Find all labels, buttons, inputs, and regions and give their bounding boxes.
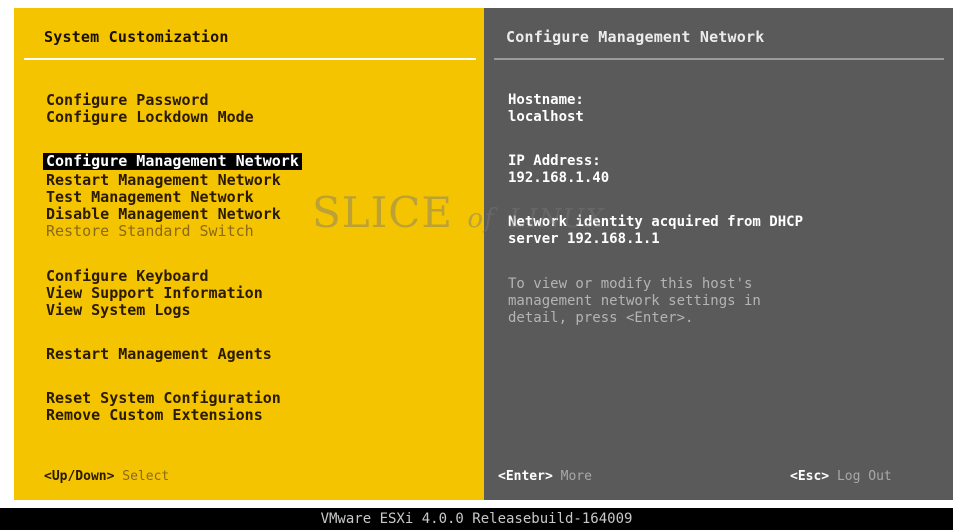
hostname-label: Hostname: — [508, 92, 584, 108]
system-customization-panel: System Customization Configure Password … — [14, 8, 484, 500]
ip-address-value: 192.168.1.40 — [508, 170, 610, 186]
footer-key-esc: <Esc> — [790, 469, 830, 484]
menu-item-configure-keyboard[interactable]: Configure Keyboard — [43, 268, 212, 285]
menu-item-restart-management-agents[interactable]: Restart Management Agents — [43, 346, 275, 363]
menu-item-configure-lockdown-mode[interactable]: Configure Lockdown Mode — [43, 109, 257, 126]
menu-item-remove-custom-extensions[interactable]: Remove Custom Extensions — [43, 407, 266, 424]
footer-action-log-out: Log Out — [836, 469, 892, 484]
hostname-value: localhost — [508, 109, 584, 125]
footer-key-enter: <Enter> — [498, 469, 553, 484]
detail-title: Configure Management Network — [506, 28, 765, 46]
footer-action-more: More — [560, 469, 592, 484]
title-divider — [24, 58, 476, 60]
footer-action-select: Select — [122, 469, 170, 484]
footer-select-hint: <Up/Down> Select — [44, 469, 169, 484]
help-text-line-1: To view or modify this host's — [508, 276, 753, 292]
status-bar: VMware ESXi 4.0.0 Releasebuild-164009 — [0, 508, 953, 530]
dhcp-status-line-2: server 192.168.1.1 — [508, 231, 660, 247]
menu-item-disable-management-network[interactable]: Disable Management Network — [43, 206, 284, 223]
configure-management-network-panel: Configure Management Network Hostname: l… — [484, 8, 953, 500]
help-text-line-3: detail, press <Enter>. — [508, 310, 694, 326]
menu-item-view-support-information[interactable]: View Support Information — [43, 285, 266, 302]
ip-address-label: IP Address: — [508, 153, 601, 169]
menu-item-test-management-network[interactable]: Test Management Network — [43, 189, 257, 206]
menu-item-restore-standard-switch[interactable]: Restore Standard Switch — [43, 223, 257, 240]
menu-item-restart-management-network[interactable]: Restart Management Network — [43, 172, 284, 189]
panel-title: System Customization — [44, 28, 229, 46]
footer-enter-hint: <Enter> More — [498, 469, 592, 484]
footer-esc-hint: <Esc> Log Out — [790, 469, 892, 484]
esxi-dcui-screen: System Customization Configure Password … — [0, 0, 953, 530]
detail-title-divider — [494, 58, 944, 60]
menu-item-view-system-logs[interactable]: View System Logs — [43, 302, 194, 319]
help-text-line-2: management network settings in — [508, 293, 761, 309]
menu-item-configure-password[interactable]: Configure Password — [43, 92, 212, 109]
dhcp-status-line-1: Network identity acquired from DHCP — [508, 214, 804, 230]
footer-key-up-down: <Up/Down> — [44, 469, 115, 484]
menu-item-configure-management-network[interactable]: Configure Management Network — [43, 153, 302, 170]
menu-item-reset-system-configuration[interactable]: Reset System Configuration — [43, 390, 284, 407]
